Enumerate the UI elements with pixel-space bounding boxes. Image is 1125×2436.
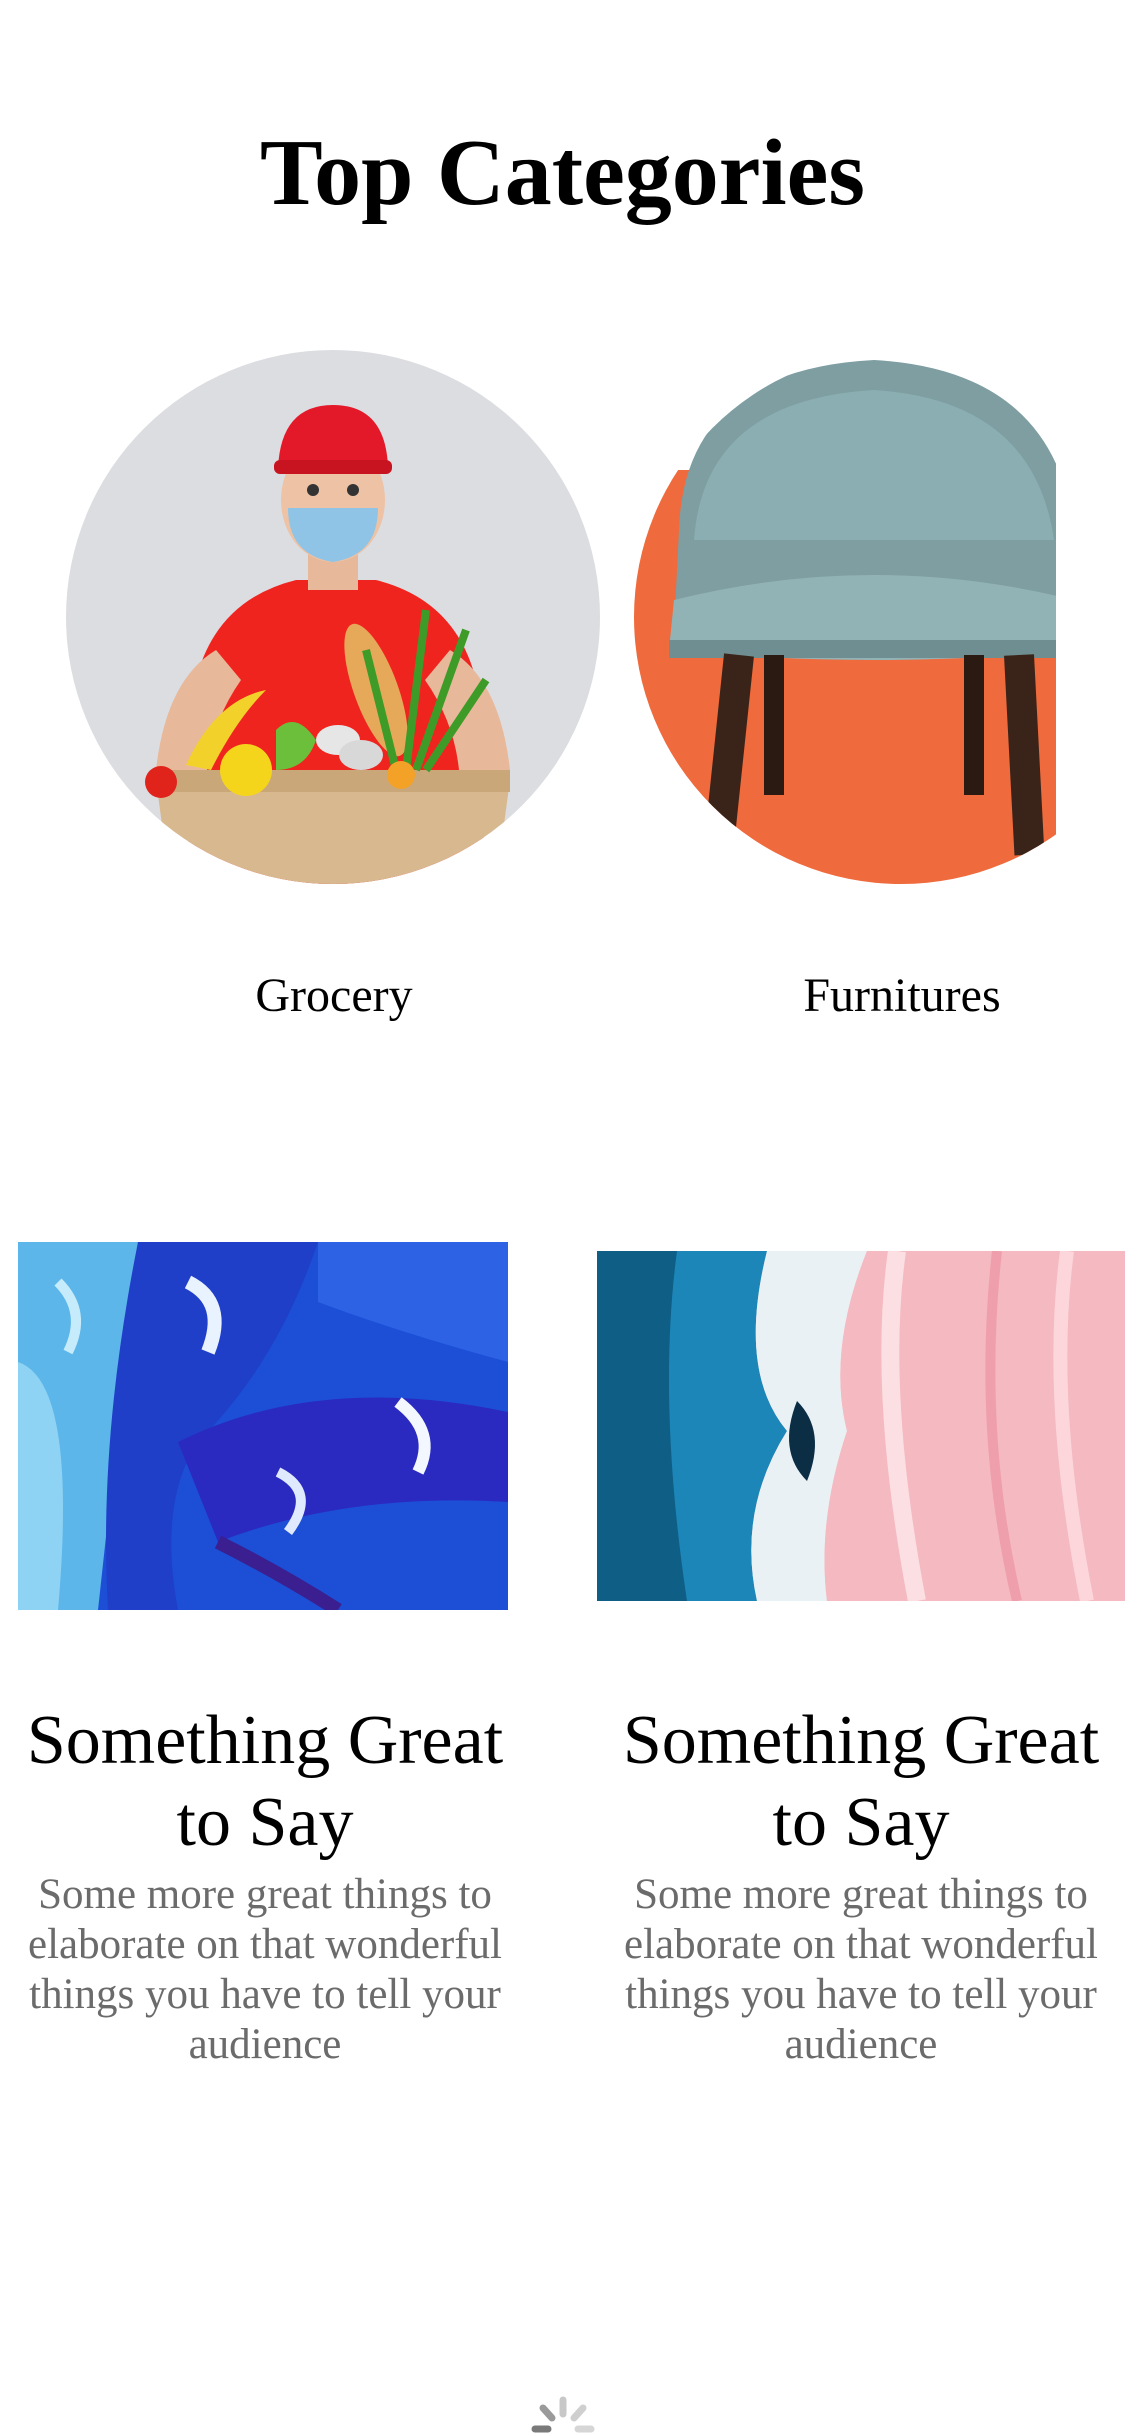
grocery-category-image[interactable] (66, 350, 600, 884)
furniture-image (634, 350, 1056, 884)
card-image-blue-pink-paint (597, 1251, 1125, 1601)
card-2: Something Great to Say Some more great t… (596, 1700, 1125, 2070)
category-label-furnitures[interactable]: Furnitures (702, 968, 1102, 1024)
card-body: Some more great things to elaborate on t… (623, 1871, 1098, 2068)
card-1: Something Great to Say Some more great t… (0, 1700, 530, 2070)
furniture-category-image[interactable] (634, 350, 1056, 884)
grocery-image (66, 350, 600, 884)
card-title: Something Great to Say (26, 1702, 504, 1861)
card-body: Some more great things to elaborate on t… (27, 1871, 502, 2068)
card-title: Something Great to Say (622, 1702, 1100, 1861)
spinner-icon (528, 2394, 598, 2436)
card-image-blue-paint (18, 1242, 508, 1610)
page-title: Top Categories (260, 121, 865, 225)
category-label-grocery[interactable]: Grocery (134, 968, 534, 1024)
